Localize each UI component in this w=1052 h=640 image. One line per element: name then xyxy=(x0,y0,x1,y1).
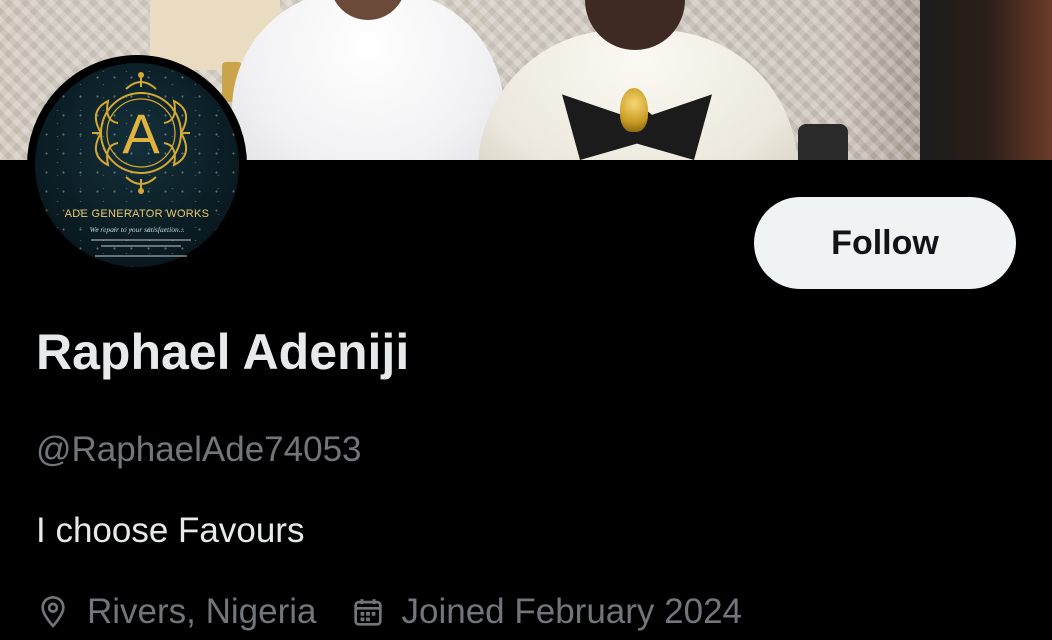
banner-person-left xyxy=(232,0,504,160)
avatar-brand-text: ADE GENERATOR WORKS xyxy=(64,208,210,220)
profile-joined: Joined February 2024 xyxy=(351,592,743,632)
profile-meta-row: Rivers, Nigeria Joined February 2024 xyxy=(36,592,742,632)
profile-location: Rivers, Nigeria xyxy=(36,592,317,632)
avatar-fine-line xyxy=(101,245,181,247)
location-pin-icon xyxy=(36,595,70,629)
profile-handle: @RaphaelAde74053 xyxy=(36,430,362,469)
profile-joined-text: Joined February 2024 xyxy=(401,592,743,631)
avatar-tagline: We repair to your satisfaction... xyxy=(89,225,185,234)
profile-display-name: Raphael Adeniji xyxy=(36,324,410,380)
banner-right-background xyxy=(920,0,1052,160)
banner-cup xyxy=(798,124,848,160)
follow-button[interactable]: Follow xyxy=(754,197,1016,289)
avatar-fine-line xyxy=(95,255,187,257)
avatar-emblem-icon: A xyxy=(92,72,190,194)
banner-brooch xyxy=(620,88,648,132)
profile-location-text: Rivers, Nigeria xyxy=(87,592,317,631)
profile-bio: I choose Favours xyxy=(36,511,305,550)
avatar-fine-line xyxy=(91,239,191,241)
profile-avatar[interactable]: A ADE GENERATOR WORKS We repair to your … xyxy=(27,55,247,275)
avatar-emblem-letter: A xyxy=(122,102,160,165)
calendar-icon xyxy=(351,595,385,629)
